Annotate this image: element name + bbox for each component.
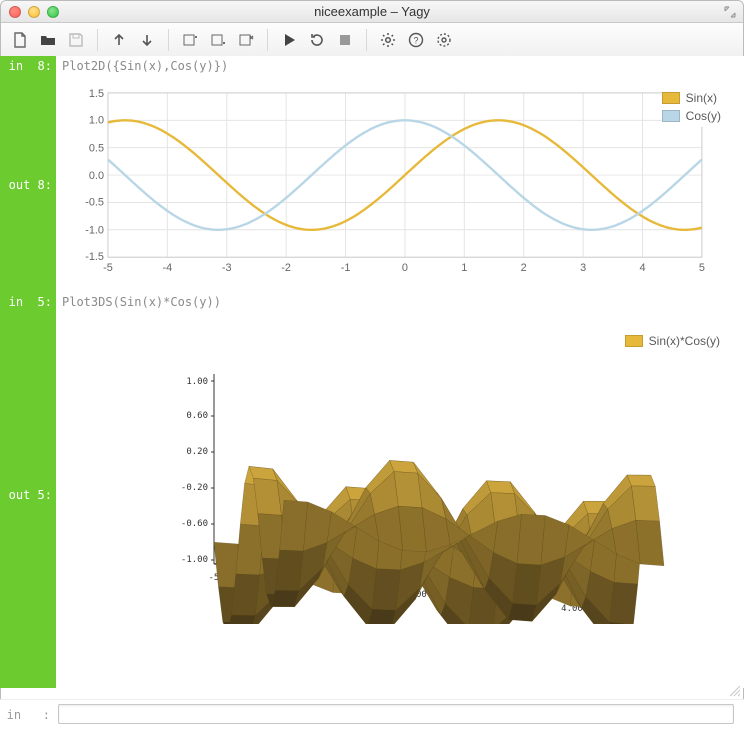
svg-text:-0.20: -0.20 xyxy=(181,483,208,493)
svg-text:0.0: 0.0 xyxy=(89,170,104,182)
svg-text:?: ? xyxy=(413,35,418,45)
svg-text:-1.00: -1.00 xyxy=(181,555,208,565)
new-file-button[interactable] xyxy=(7,27,33,53)
cell-1-out-label: out 8: xyxy=(0,178,56,292)
cell-2-content: Plot3DS(Sin(x)*Cos(y)) Sin(x)*Cos(y) xyxy=(56,292,744,688)
svg-text:0.20: 0.20 xyxy=(186,447,208,457)
open-file-button[interactable] xyxy=(35,27,61,53)
workspace: in 8: out 8: Plot2D({Sin(x),Cos(y)}) xyxy=(0,56,744,729)
cell-1-in-label: in 8: xyxy=(0,56,56,73)
reload-button[interactable] xyxy=(304,27,330,53)
svg-text:1.0: 1.0 xyxy=(89,115,104,127)
plot3d-legend: Sin(x)*Cos(y) xyxy=(625,334,720,352)
move-down-button[interactable] xyxy=(134,27,160,53)
delete-cell-button[interactable] xyxy=(233,27,259,53)
svg-text:4: 4 xyxy=(639,262,645,274)
svg-text:-3: -3 xyxy=(222,262,232,274)
svg-text:-4: -4 xyxy=(163,262,173,274)
svg-text:0.5: 0.5 xyxy=(89,142,104,154)
svg-text:3: 3 xyxy=(580,262,586,274)
svg-text:1.00: 1.00 xyxy=(186,377,208,387)
plot2d-legend: Sin(x) Cos(y) xyxy=(662,91,721,127)
cell-2: in 5: out 5: Plot3DS(Sin(x)*Cos(y)) Sin(… xyxy=(0,292,744,688)
command-input[interactable] xyxy=(58,704,734,724)
svg-text:-0.60: -0.60 xyxy=(181,519,208,529)
help-button[interactable]: ? xyxy=(403,27,429,53)
run-button[interactable] xyxy=(276,27,302,53)
stop-button[interactable] xyxy=(332,27,358,53)
toolbar-separator xyxy=(366,29,367,51)
legend-swatch-surface xyxy=(625,335,643,347)
legend-label-cos: Cos(y) xyxy=(686,109,721,123)
plot3d-svg: 1.000.600.20 -0.20-0.60-1.00 -5.00-4.00 … xyxy=(154,354,674,624)
cell-1-content: Plot2D({Sin(x),Cos(y)}) xyxy=(56,56,744,292)
svg-text:0.60: 0.60 xyxy=(186,411,208,421)
svg-text:-5: -5 xyxy=(103,262,113,274)
minimize-window-button[interactable] xyxy=(28,6,40,18)
target-button[interactable] xyxy=(431,27,457,53)
cell-1: in 8: out 8: Plot2D({Sin(x),Cos(y)}) xyxy=(0,56,744,292)
legend-row-sin: Sin(x) xyxy=(662,91,721,105)
move-up-button[interactable] xyxy=(106,27,132,53)
svg-text:1: 1 xyxy=(461,262,467,274)
toolbar: ? xyxy=(1,23,743,57)
svg-text:-0.5: -0.5 xyxy=(85,197,104,209)
toolbar-separator xyxy=(267,29,268,51)
cell-2-in-label: in 5: xyxy=(0,292,56,309)
cell-2-code[interactable]: Plot3DS(Sin(x)*Cos(y)) xyxy=(56,292,744,312)
input-row: in : xyxy=(0,699,744,729)
cell-2-gutter: in 5: out 5: xyxy=(0,292,56,688)
maximize-icon[interactable] xyxy=(723,5,737,19)
save-file-button[interactable] xyxy=(63,27,89,53)
settings-button[interactable] xyxy=(375,27,401,53)
cell-1-gutter: in 8: out 8: xyxy=(0,56,56,292)
legend-swatch-cos xyxy=(662,110,680,122)
plot3d-chart[interactable]: Sin(x)*Cos(y) 1.00 0.60 0.20 -0.20 -0.60 -1.… xyxy=(56,312,744,640)
svg-text:-1.0: -1.0 xyxy=(85,224,104,236)
svg-text:2: 2 xyxy=(521,262,527,274)
window-controls xyxy=(1,6,59,18)
resize-handle-icon[interactable] xyxy=(727,683,741,697)
legend-swatch-sin xyxy=(662,92,680,104)
legend-label-sin: Sin(x) xyxy=(686,91,717,105)
window-title: niceexample – Yagy xyxy=(1,4,743,19)
svg-text:-2: -2 xyxy=(281,262,291,274)
legend-label-surface: Sin(x)*Cos(y) xyxy=(649,334,720,348)
toolbar-separator xyxy=(168,29,169,51)
cell-2-out-label: out 5: xyxy=(0,488,56,688)
svg-text:0: 0 xyxy=(402,262,408,274)
zoom-window-button[interactable] xyxy=(47,6,59,18)
svg-text:1.5: 1.5 xyxy=(89,88,104,100)
insert-below-button[interactable] xyxy=(205,27,231,53)
toolbar-separator xyxy=(97,29,98,51)
close-window-button[interactable] xyxy=(9,6,21,18)
legend-row-cos: Cos(y) xyxy=(662,109,721,123)
input-prompt-label: in : xyxy=(0,700,56,729)
cell-1-code[interactable]: Plot2D({Sin(x),Cos(y)}) xyxy=(56,56,744,76)
legend-row-surface: Sin(x)*Cos(y) xyxy=(625,334,720,348)
insert-above-button[interactable] xyxy=(177,27,203,53)
svg-text:-1.5: -1.5 xyxy=(85,251,104,263)
plot2d-chart[interactable]: 1.51.00.5 0.0-0.5-1.0 -1.5 -5-4-3 -2-10 … xyxy=(60,82,736,280)
svg-text:5: 5 xyxy=(699,262,705,274)
svg-text:-1: -1 xyxy=(341,262,351,274)
plot2d-svg: 1.51.00.5 0.0-0.5-1.0 -1.5 -5-4-3 -2-10 … xyxy=(61,83,735,279)
titlebar: niceexample – Yagy xyxy=(1,1,743,23)
